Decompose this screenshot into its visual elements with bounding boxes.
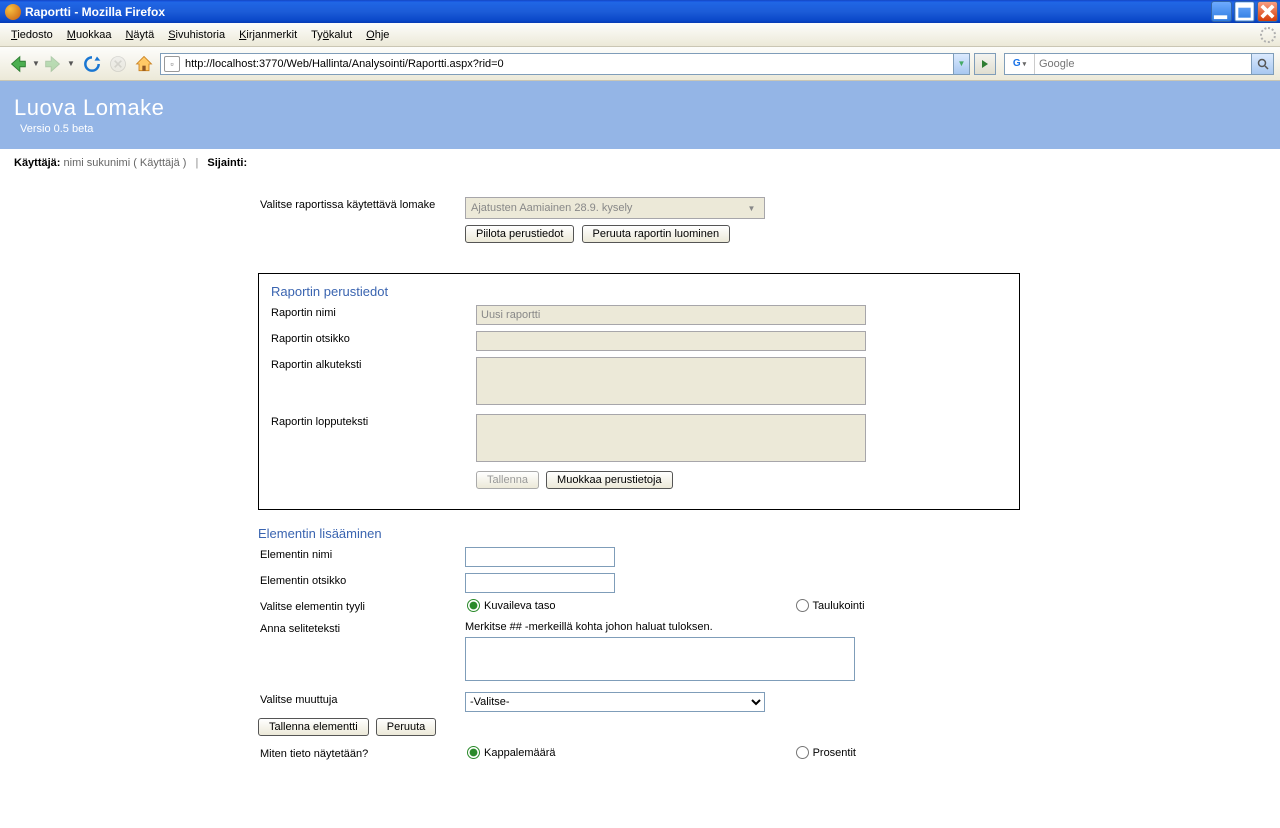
- report-intro-label: Raportin alkuteksti: [271, 357, 476, 371]
- display-count-label: Kappalemäärä: [484, 747, 556, 759]
- report-outro-label: Raportin lopputeksti: [271, 414, 476, 428]
- window-minimize-button[interactable]: [1211, 1, 1232, 22]
- stop-button: [106, 52, 130, 76]
- element-style-label: Valitse elementin tyyli: [260, 599, 465, 613]
- cancel-element-button[interactable]: Peruuta: [376, 718, 437, 736]
- display-percent-radio[interactable]: Prosentit: [796, 746, 856, 759]
- app-version: Versio 0.5 beta: [14, 123, 1266, 135]
- edit-basics-button[interactable]: Muokkaa perustietoja: [546, 471, 673, 489]
- report-intro-textarea: [476, 357, 866, 405]
- home-button[interactable]: [132, 52, 156, 76]
- back-button[interactable]: [6, 52, 30, 76]
- navigation-toolbar: ▼ ▼ ▫ ▼ G▾: [0, 47, 1280, 81]
- menu-tiedosto[interactable]: Tiedosto: [4, 26, 60, 44]
- form-select-label: Valitse raportissa käytettävä lomake: [260, 197, 465, 211]
- display-mode-label: Miten tieto näytetään?: [260, 746, 465, 760]
- element-title-label: Elementin otsikko: [260, 573, 465, 587]
- add-element-title: Elementin lisääminen: [258, 526, 1280, 541]
- user-label: Käyttäjä:: [14, 157, 60, 169]
- menu-muokkaa[interactable]: Muokkaa: [60, 26, 119, 44]
- style-tabulation-radio[interactable]: Taulukointi: [796, 599, 865, 612]
- page-favicon-icon: ▫: [164, 56, 180, 72]
- window-title: Raportti - Mozilla Firefox: [25, 5, 1211, 19]
- menu-bar: Tiedosto Muokkaa Näytä Sivuhistoria Kirj…: [0, 23, 1280, 47]
- report-title-input: [476, 331, 866, 351]
- form-select-value: Ajatusten Aamiainen 28.9. kysely: [471, 202, 632, 214]
- activity-indicator-icon: [1260, 27, 1276, 43]
- info-strip: Käyttäjä: nimi sukunimi ( Käyttäjä ) | S…: [0, 149, 1280, 177]
- location-label: Sijainti:: [207, 157, 247, 169]
- save-element-button[interactable]: Tallenna elementti: [258, 718, 369, 736]
- chevron-down-icon: ▼: [744, 199, 759, 217]
- form-select-dropdown: Ajatusten Aamiainen 28.9. kysely ▼: [465, 197, 765, 219]
- search-bar[interactable]: G▾: [1004, 53, 1274, 75]
- menu-sivuhistoria[interactable]: Sivuhistoria: [161, 26, 232, 44]
- url-dropdown[interactable]: ▼: [953, 54, 969, 74]
- style-descriptive-radio[interactable]: Kuvaileva taso: [467, 599, 556, 612]
- report-outro-textarea: [476, 414, 866, 462]
- report-title-label: Raportin otsikko: [271, 331, 476, 345]
- url-input[interactable]: [183, 58, 953, 70]
- back-dropdown[interactable]: ▼: [32, 59, 39, 68]
- style-descriptive-label: Kuvaileva taso: [484, 600, 556, 612]
- go-button[interactable]: [974, 53, 996, 75]
- search-submit-button[interactable]: [1251, 54, 1273, 74]
- forward-button: [41, 52, 65, 76]
- search-input[interactable]: [1035, 58, 1251, 70]
- legend-label: Anna seliteteksti: [260, 621, 465, 635]
- report-basics-panel: Raportin perustiedot Raportin nimi Rapor…: [258, 273, 1020, 510]
- window-close-button[interactable]: [1257, 1, 1278, 22]
- window-maximize-button[interactable]: [1234, 1, 1255, 22]
- report-name-label: Raportin nimi: [271, 305, 476, 319]
- report-basics-title: Raportin perustiedot: [271, 284, 1007, 299]
- save-basics-button: Tallenna: [476, 471, 539, 489]
- forward-dropdown: ▼: [67, 59, 74, 68]
- variable-select[interactable]: -Valitse-: [465, 692, 765, 712]
- element-name-label: Elementin nimi: [260, 547, 465, 561]
- legend-textarea[interactable]: [465, 637, 855, 681]
- display-count-radio[interactable]: Kappalemäärä: [467, 746, 556, 759]
- reload-button[interactable]: [80, 52, 104, 76]
- app-title: Luova Lomake: [14, 95, 1266, 121]
- page-banner: Luova Lomake Versio 0.5 beta: [0, 81, 1280, 149]
- main-content: Valitse raportissa käytettävä lomake Aja…: [0, 177, 1280, 760]
- variable-label: Valitse muuttuja: [260, 692, 465, 706]
- element-name-input[interactable]: [465, 547, 615, 567]
- user-value: nimi sukunimi ( Käyttäjä ): [64, 157, 187, 169]
- firefox-icon: [5, 4, 21, 20]
- info-separator: |: [195, 157, 198, 169]
- style-tabulation-label: Taulukointi: [813, 600, 865, 612]
- menu-tyokalut[interactable]: Työkalut: [304, 26, 359, 44]
- search-engine-selector[interactable]: G▾: [1005, 54, 1035, 74]
- menu-ohje[interactable]: Ohje: [359, 26, 396, 44]
- menu-kirjanmerkit[interactable]: Kirjanmerkit: [232, 26, 304, 44]
- cancel-report-button[interactable]: Peruuta raportin luominen: [582, 225, 731, 243]
- window-titlebar: Raportti - Mozilla Firefox: [0, 0, 1280, 23]
- hide-basics-button[interactable]: Piilota perustiedot: [465, 225, 574, 243]
- menu-nayta[interactable]: Näytä: [118, 26, 161, 44]
- legend-hint: Merkitse ## -merkeillä kohta johon halua…: [465, 621, 1280, 633]
- display-percent-label: Prosentit: [813, 747, 856, 759]
- element-title-input[interactable]: [465, 573, 615, 593]
- address-bar[interactable]: ▫ ▼: [160, 53, 970, 75]
- report-name-input: [476, 305, 866, 325]
